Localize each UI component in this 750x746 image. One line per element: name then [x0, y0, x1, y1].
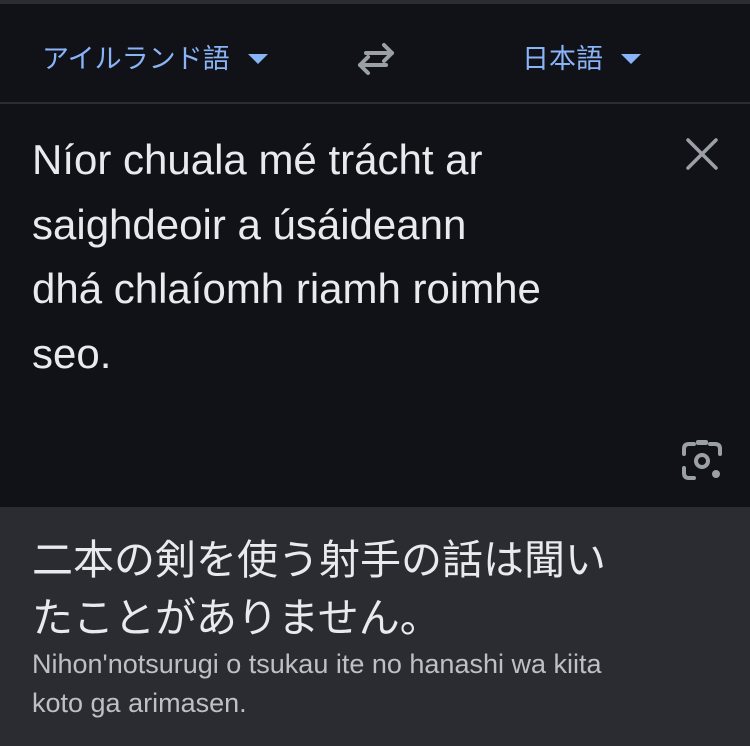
translation-result-area: 二本の剣を使う射手の話は聞い たことがありません。 Nihon'notsurug… [0, 507, 750, 746]
swap-arrows-icon [358, 43, 394, 75]
swap-languages-button[interactable] [352, 38, 400, 78]
language-bar: アイルランド語 日本語 [0, 4, 750, 102]
source-text[interactable]: Níor chuala mé trácht ar saighdeoir a ús… [32, 128, 652, 386]
romanization-text: Nihon'notsurugi o tsukau ite no hanashi … [32, 649, 602, 718]
close-icon [686, 138, 718, 170]
target-language-button[interactable]: 日本語 [522, 34, 641, 78]
caret-down-icon [621, 54, 641, 64]
source-language-label: アイルランド語 [42, 43, 230, 74]
source-input-area[interactable]: Níor chuala mé trácht ar saighdeoir a ús… [0, 104, 750, 507]
camera-lens-icon [682, 440, 722, 480]
camera-lens-button[interactable] [678, 438, 726, 486]
translated-text: 二本の剣を使う射手の話は聞い たことがありません。 [32, 537, 606, 641]
target-language-label: 日本語 [522, 43, 603, 74]
clear-input-button[interactable] [682, 134, 722, 174]
caret-down-icon [247, 54, 268, 64]
source-language-button[interactable]: アイルランド語 [42, 34, 268, 78]
